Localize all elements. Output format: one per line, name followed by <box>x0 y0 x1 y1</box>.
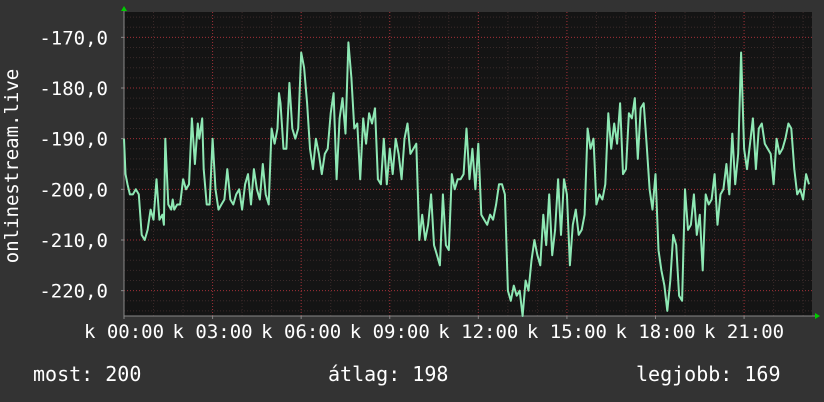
x-axis-arrow-icon <box>815 313 820 319</box>
x-tick-label: k 15:00 <box>527 321 607 343</box>
y-axis-label: onlinestream.live <box>1 69 23 263</box>
x-tick-label: k 09:00 <box>350 321 430 343</box>
y-tick-label: -180,0 <box>39 78 108 100</box>
stat-current: most: 200 <box>33 362 142 386</box>
stats-bar: most: 200 átlag: 198 legjobb: 169 <box>0 362 824 390</box>
x-tick-label: k 12:00 <box>438 321 518 343</box>
x-tick-label: k 03:00 <box>173 321 253 343</box>
y-tick-label: -210,0 <box>39 230 108 252</box>
y-tick-label: -170,0 <box>39 27 108 49</box>
chart: -170,0 -180,0 -190,0 -200,0 -210,0 -220,0 k 0… <box>1 6 820 343</box>
x-tick-label: k 21:00 <box>704 321 784 343</box>
x-tick-labels: k 00:00 k 03:00 k 06:00 k 09:00 k 12:00 k 15:… <box>84 321 784 343</box>
stat-best: legjobb: 169 <box>636 362 781 386</box>
y-tick-label: -200,0 <box>39 179 108 201</box>
x-tick-label: k 18:00 <box>615 321 695 343</box>
x-tick-label: k 06:00 <box>261 321 341 343</box>
y-tick-labels: -170,0 -180,0 -190,0 -200,0 -210,0 -220,0 <box>39 27 108 302</box>
x-tick-label: k 00:00 <box>84 321 164 343</box>
stat-average: átlag: 198 <box>328 362 449 386</box>
y-tick-label: -190,0 <box>39 129 108 151</box>
y-axis-arrow-icon <box>121 6 127 11</box>
y-tick-label: -220,0 <box>39 281 108 303</box>
